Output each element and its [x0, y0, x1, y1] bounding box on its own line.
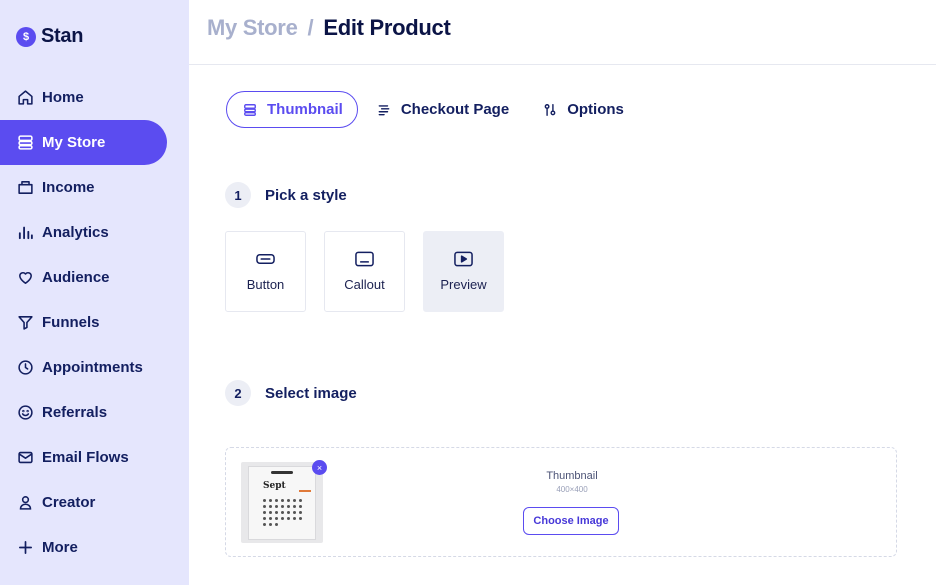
sidebar-item-label: Funnels	[42, 314, 100, 331]
sidebar-item-label: Income	[42, 179, 95, 196]
style-card-callout[interactable]: Callout	[324, 231, 405, 312]
product-tabs: Thumbnail Checkout Page Options	[226, 91, 641, 128]
style-card-preview[interactable]: Preview	[423, 231, 504, 312]
sliders-icon	[543, 103, 557, 117]
style-card-label: Button	[246, 277, 285, 292]
step-pick-style: 1 Pick a style	[225, 182, 347, 208]
style-card-label: Preview	[440, 277, 487, 292]
style-options: Button Callout Preview	[225, 231, 522, 312]
upload-size-hint: 400×400	[556, 485, 588, 494]
tab-label: Options	[567, 101, 624, 118]
sidebar-item-my-store[interactable]: My Store	[0, 120, 167, 165]
lines-icon	[377, 103, 391, 117]
style-card-label: Callout	[344, 277, 385, 292]
breadcrumb-parent-link[interactable]: My Store	[207, 15, 298, 41]
button-icon	[256, 250, 276, 268]
sidebar-item-label: Appointments	[42, 359, 143, 376]
heart-icon	[16, 269, 34, 287]
step-number: 2	[225, 380, 251, 406]
plus-icon	[16, 539, 34, 557]
calendar-image: Sept	[248, 466, 316, 540]
tab-thumbnail[interactable]: Thumbnail	[226, 91, 358, 128]
logo[interactable]: $ Stan	[16, 25, 83, 48]
calendar-dates	[263, 499, 307, 526]
sidebar-nav: Home My Store Income Analytics Audience	[0, 75, 189, 570]
sidebar-item-appointments[interactable]: Appointments	[0, 345, 189, 390]
sidebar-item-label: Analytics	[42, 224, 109, 241]
sidebar-item-label: Creator	[42, 494, 96, 511]
sidebar-item-funnels[interactable]: Funnels	[0, 300, 189, 345]
remove-image-button[interactable]: ×	[312, 460, 327, 475]
callout-icon	[355, 250, 375, 268]
play-icon	[454, 250, 474, 268]
sidebar-item-label: My Store	[42, 134, 106, 151]
bar-chart-icon	[16, 224, 34, 242]
choose-image-button[interactable]: Choose Image	[523, 507, 619, 535]
tab-checkout-page[interactable]: Checkout Page	[360, 91, 524, 128]
logo-text: Stan	[41, 25, 84, 47]
sidebar-item-analytics[interactable]: Analytics	[0, 210, 189, 255]
sidebar-item-label: Audience	[42, 269, 110, 286]
smiley-icon	[16, 404, 34, 422]
sidebar-item-referrals[interactable]: Referrals	[0, 390, 189, 435]
mail-icon	[16, 449, 34, 467]
sidebar: $ Stan Home My Store Income Analytics Au…	[0, 0, 189, 585]
sidebar-item-income[interactable]: Income	[0, 165, 189, 210]
step-title: Select image	[265, 384, 357, 402]
clock-icon	[16, 359, 34, 377]
breadcrumb: My Store / Edit Product	[207, 15, 451, 41]
tab-label: Thumbnail	[267, 101, 343, 118]
user-icon	[16, 494, 34, 512]
breadcrumb-separator: /	[307, 15, 314, 40]
home-icon	[16, 89, 34, 107]
tab-label: Checkout Page	[400, 101, 510, 118]
sidebar-item-label: More	[42, 539, 78, 556]
upload-title: Thumbnail	[546, 470, 598, 482]
layers-icon	[243, 103, 257, 117]
step-number: 1	[225, 182, 251, 208]
calendar-binding	[271, 471, 293, 474]
wallet-icon	[16, 179, 34, 197]
sidebar-item-email-flows[interactable]: Email Flows	[0, 435, 189, 480]
calendar-month: Sept	[263, 481, 286, 491]
sidebar-item-creator[interactable]: Creator	[0, 480, 189, 525]
image-upload-area[interactable]: Sept × Thumbnail 400×400 Choose Image	[225, 447, 897, 557]
calendar-accent	[299, 490, 311, 492]
page-title: Edit Product	[323, 15, 451, 40]
tab-options[interactable]: Options	[526, 91, 639, 128]
sidebar-item-label: Email Flows	[42, 449, 129, 466]
sidebar-item-home[interactable]: Home	[0, 75, 189, 120]
page-header: My Store / Edit Product	[189, 0, 936, 65]
sidebar-item-more[interactable]: More	[0, 525, 189, 570]
funnel-icon	[16, 314, 34, 332]
store-icon	[16, 134, 34, 152]
thumbnail-preview-image: Sept	[241, 462, 323, 543]
step-select-image: 2 Select image	[225, 380, 357, 406]
style-card-button[interactable]: Button	[225, 231, 306, 312]
logo-dollar-icon: $	[16, 26, 36, 47]
sidebar-item-label: Home	[42, 89, 84, 106]
step-title: Pick a style	[265, 186, 347, 204]
sidebar-item-label: Referrals	[42, 404, 108, 421]
upload-info: Thumbnail 400×400	[522, 470, 622, 494]
sidebar-item-audience[interactable]: Audience	[0, 255, 189, 300]
